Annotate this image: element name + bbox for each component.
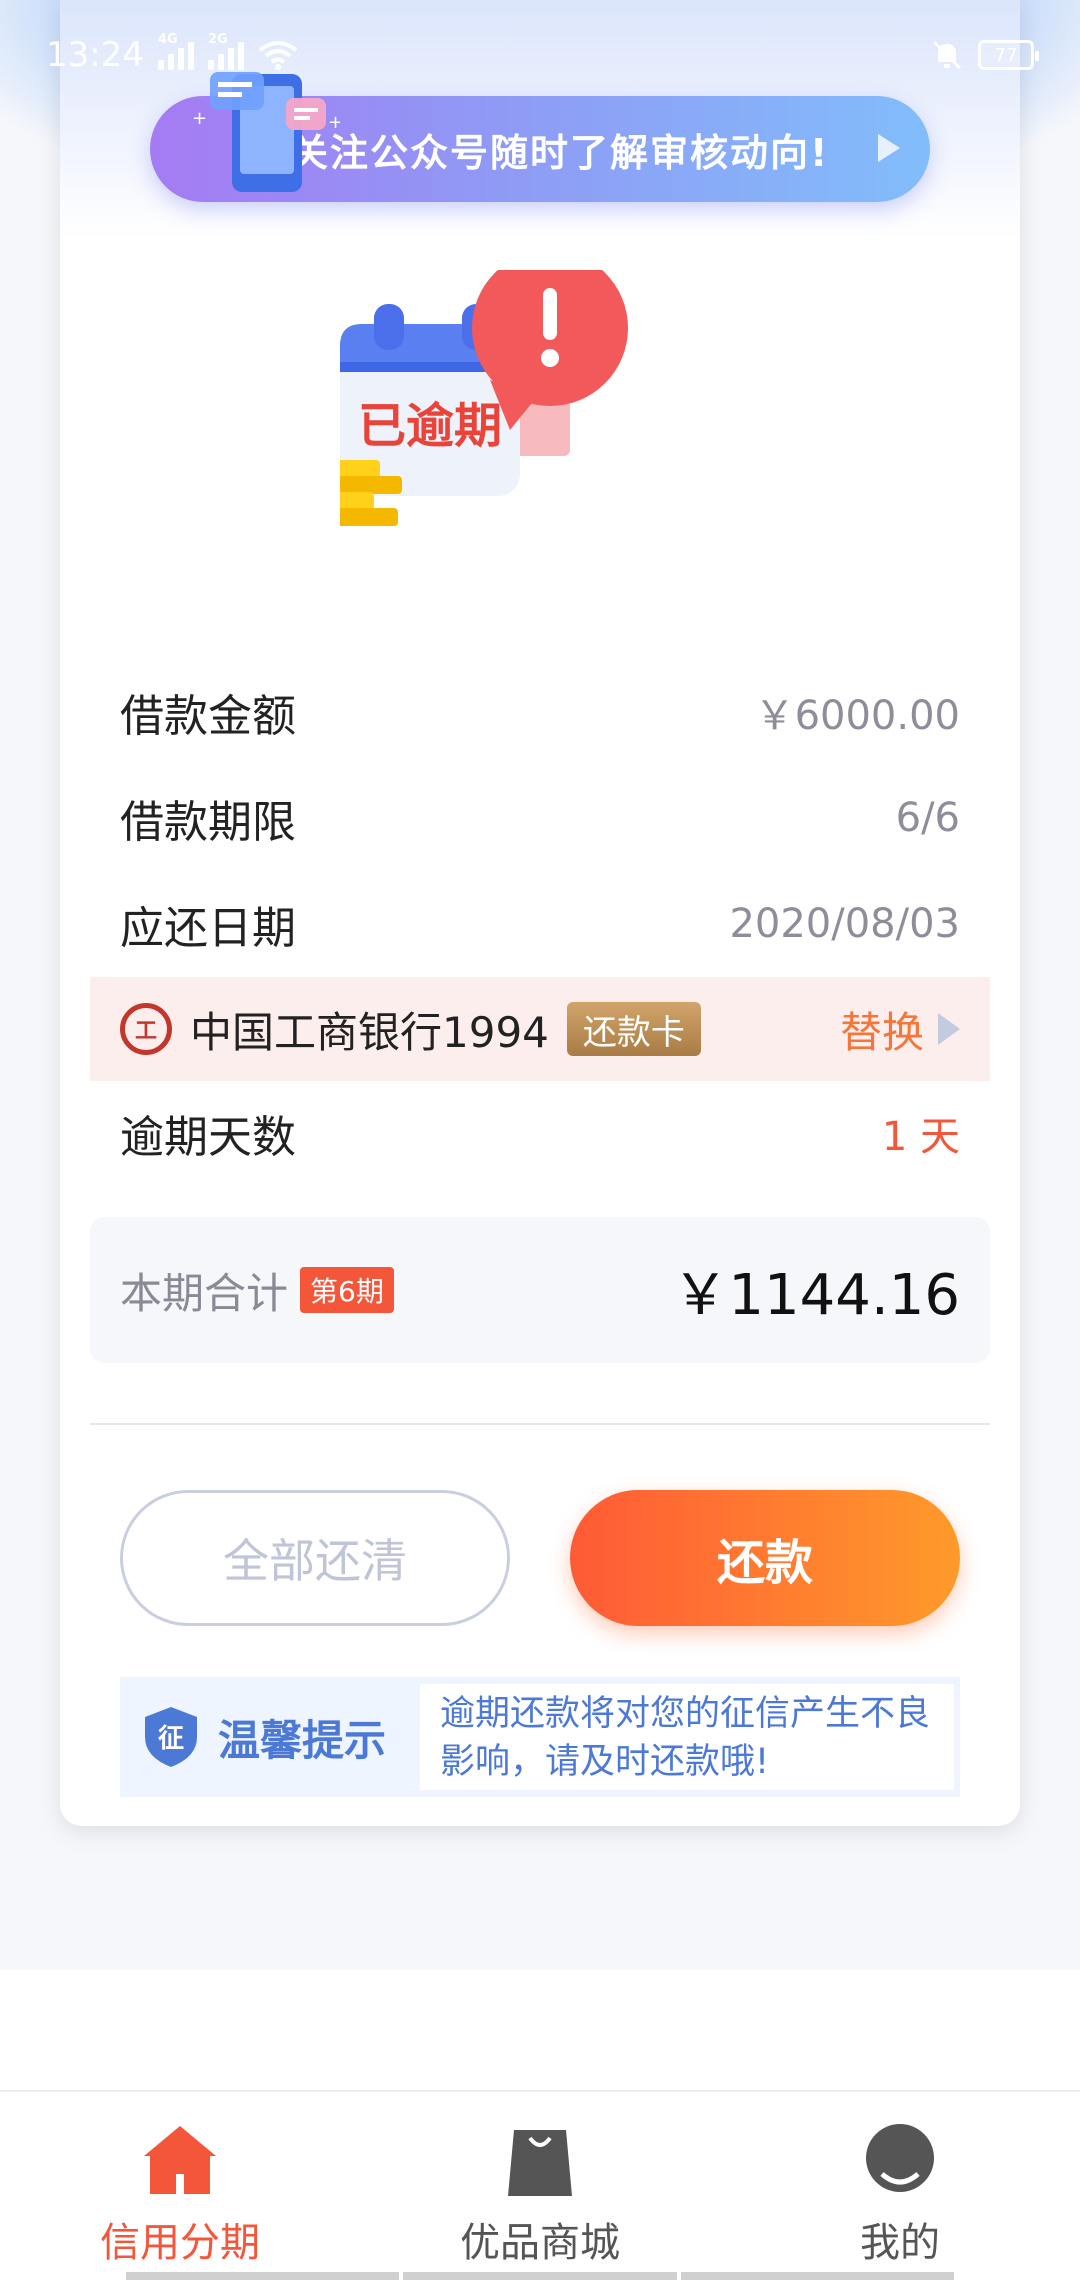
nav-item-mall[interactable]: 优品商城 bbox=[360, 2092, 720, 2280]
battery-icon: 77 bbox=[978, 40, 1039, 70]
tip-header: 征 温馨提示 bbox=[120, 1677, 420, 1797]
banner-text: 关注公众号随时了解审核动向! bbox=[290, 130, 830, 175]
nav-item-mine[interactable]: 我的 bbox=[720, 2092, 1080, 2280]
tip-title: 温馨提示 bbox=[218, 1715, 387, 1765]
due-date-row: 应还日期 2020/08/03 bbox=[120, 872, 960, 976]
signal-icon-2: 2G bbox=[207, 32, 244, 70]
overdue-days-value: 1 天 bbox=[881, 1114, 960, 1160]
shopping-bag-icon bbox=[508, 2130, 572, 2196]
home-indicator bbox=[0, 2272, 1080, 2280]
replace-card-button[interactable]: 替换 bbox=[840, 999, 960, 1060]
status-left: 13:24 4G 2G bbox=[46, 32, 298, 75]
period-total-box: 本期合计 第6期 ￥1144.16 bbox=[90, 1217, 990, 1363]
loan-amount-value: ￥6000.00 bbox=[754, 693, 960, 739]
chevron-right-icon bbox=[938, 1013, 960, 1045]
svg-text:+: + bbox=[328, 112, 340, 133]
loan-term-label: 借款期限 bbox=[120, 797, 296, 848]
replace-label: 替换 bbox=[839, 1007, 924, 1057]
blank-strip bbox=[0, 1970, 1080, 2090]
icbc-logo-icon: 工 bbox=[120, 1003, 172, 1055]
home-icon bbox=[144, 2126, 216, 2194]
overdue-calendar-illustration: 已逾期 bbox=[340, 270, 628, 526]
signal-icon: 4G bbox=[157, 32, 194, 70]
network-type-2: 2G bbox=[207, 32, 228, 47]
repayment-card-badge: 还款卡 bbox=[566, 1002, 701, 1056]
nav-label-mine: 我的 bbox=[860, 2220, 940, 2266]
period-total-label: 本期合计 bbox=[120, 1268, 289, 1318]
status-bar: 13:24 4G 2G 77 bbox=[0, 0, 1080, 110]
repay-all-button[interactable]: 全部还清 bbox=[120, 1490, 510, 1626]
status-right: 77 bbox=[930, 38, 1039, 72]
loan-term-value: 6/6 bbox=[895, 795, 960, 841]
credit-shield-icon: 征 bbox=[145, 1707, 197, 1767]
loan-amount-label: 借款金额 bbox=[120, 691, 296, 742]
loan-term-row: 借款期限 6/6 bbox=[120, 766, 960, 870]
divider bbox=[90, 1423, 990, 1425]
bottom-nav: 信用分期 优品商城 我的 bbox=[0, 2090, 1080, 2280]
mute-bell-icon bbox=[932, 40, 962, 70]
wifi-icon bbox=[258, 41, 298, 70]
overdue-label: 已逾期 bbox=[358, 398, 502, 454]
nav-item-installment[interactable]: 信用分期 bbox=[0, 2092, 360, 2280]
period-badge: 第6期 bbox=[300, 1267, 394, 1313]
network-type-1: 4G bbox=[157, 32, 178, 47]
profile-icon bbox=[866, 2124, 934, 2192]
due-date-value: 2020/08/03 bbox=[729, 901, 960, 947]
loan-card: 关注公众号随时了解审核动向! + + 已逾期 借款金额 ￥6000.00 借款期… bbox=[60, 0, 1020, 1826]
period-total-value: ￥1144.16 bbox=[672, 1262, 960, 1328]
shield-text: 征 bbox=[158, 1724, 184, 1754]
nav-label-installment: 信用分期 bbox=[100, 2220, 260, 2266]
loan-amount-row: 借款金额 ￥6000.00 bbox=[120, 660, 960, 764]
warm-tip-box: 征 温馨提示 逾期还款将对您的征信产生不良影响，请及时还款哦! bbox=[120, 1677, 960, 1797]
overdue-days-row: 逾期天数 1 天 bbox=[120, 1081, 960, 1185]
svg-text:+: + bbox=[192, 108, 207, 129]
status-time: 13:24 bbox=[46, 35, 144, 75]
tip-text: 逾期还款将对您的征信产生不良影响，请及时还款哦! bbox=[420, 1684, 954, 1790]
bank-name: 中国工商银行1994 bbox=[190, 1007, 549, 1057]
repay-button[interactable]: 还款 bbox=[570, 1490, 960, 1626]
banner-arrow-icon bbox=[878, 134, 900, 162]
nav-label-mall: 优品商城 bbox=[460, 2220, 620, 2266]
repayment-card-row: 工 中国工商银行1994 还款卡 替换 bbox=[90, 977, 990, 1081]
overdue-days-label: 逾期天数 bbox=[120, 1112, 296, 1163]
due-date-label: 应还日期 bbox=[120, 903, 296, 954]
